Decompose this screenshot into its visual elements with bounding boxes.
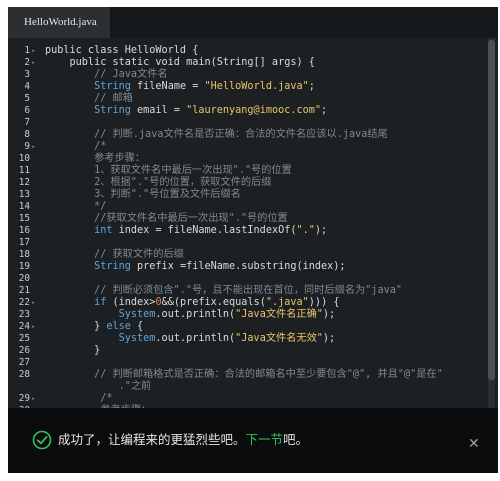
next-lesson-link[interactable]: 下一节 bbox=[246, 433, 284, 447]
check-circle-icon bbox=[32, 430, 52, 450]
fold-arrow-icon[interactable]: ▾ bbox=[31, 141, 35, 153]
toast-text: 成功了，让编程来的更猛烈些吧。 bbox=[58, 433, 246, 447]
line-number[interactable]: 2 bbox=[8, 57, 30, 69]
line-number[interactable]: 13 bbox=[8, 189, 30, 201]
tab-bar: HelloWorld.java bbox=[8, 7, 498, 38]
code-text: System.out.println("Java文件名无效"); bbox=[118, 333, 336, 344]
code-text: /* bbox=[45, 141, 107, 152]
line-number[interactable]: 15 bbox=[8, 213, 30, 225]
line-number[interactable]: 23 bbox=[8, 309, 30, 321]
line-number[interactable]: 29 bbox=[8, 393, 30, 405]
line-number[interactable]: 16 bbox=[8, 225, 30, 237]
line-number[interactable]: 19 bbox=[8, 261, 30, 273]
line-number[interactable]: 20 bbox=[8, 273, 30, 285]
line-number[interactable]: 21 bbox=[8, 285, 30, 297]
code-text: // 获取文件的后缀 bbox=[45, 249, 184, 260]
code-text: System.out.println("Java文件名正确"); bbox=[118, 309, 336, 320]
line-number[interactable]: 10 bbox=[8, 153, 30, 165]
line-number[interactable]: 3 bbox=[8, 69, 30, 81]
line-number[interactable]: 28 bbox=[8, 369, 30, 381]
toast-message: 成功了，让编程来的更猛烈些吧。下一节吧。 bbox=[58, 432, 308, 448]
code-text: */ bbox=[45, 201, 107, 212]
line-number[interactable]: 27 bbox=[8, 357, 30, 369]
fold-arrow-icon[interactable]: ▾ bbox=[31, 393, 35, 405]
code-text: 1、获取文件名中最后一次出现"."号的位置 bbox=[45, 165, 292, 176]
fold-arrow-icon[interactable]: ▾ bbox=[31, 57, 35, 69]
line-number[interactable]: 26 bbox=[8, 345, 30, 357]
line-number[interactable]: 4 bbox=[8, 81, 30, 93]
code-text: 3、判断"."号位置及文件后缀名 bbox=[45, 189, 241, 200]
line-number[interactable]: 9 bbox=[8, 141, 30, 153]
code-text: public class HelloWorld { bbox=[45, 45, 199, 56]
code-text: String prefix =fileName.substring(index)… bbox=[94, 261, 346, 272]
toast-suffix: 吧。 bbox=[283, 433, 309, 447]
line-number[interactable]: 14 bbox=[8, 201, 30, 213]
code-area[interactable]: 1 ▾ public class HelloWorld {2 ▾ public sta… bbox=[8, 45, 498, 415]
code-text: int index = fileName.lastIndexOf("."); bbox=[94, 225, 328, 236]
line-number[interactable]: 1 bbox=[8, 45, 30, 57]
code-text: // 判断.java文件名是否正确：合法的文件名应该以.java结尾 bbox=[45, 129, 388, 140]
line-number[interactable]: 18 bbox=[8, 249, 30, 261]
line-number[interactable]: 22 bbox=[8, 297, 30, 309]
fold-arrow-icon[interactable]: ▾ bbox=[31, 321, 35, 333]
code-text: // 邮箱 bbox=[45, 93, 133, 104]
code-text: //获取文件名中最后一次出现"."号的位置 bbox=[45, 213, 288, 224]
scrollbar-thumb[interactable] bbox=[488, 40, 495, 380]
code-text: /* bbox=[45, 393, 113, 404]
code-text: } else { bbox=[45, 321, 144, 332]
code-text: String fileName = "HelloWorld.java"; bbox=[94, 81, 315, 92]
tab-helloworld-java[interactable]: HelloWorld.java bbox=[8, 7, 110, 38]
line-number[interactable]: 17 bbox=[8, 237, 30, 249]
code-text: ."之前 bbox=[45, 381, 152, 392]
close-icon[interactable]: ✕ bbox=[468, 436, 482, 450]
line-number[interactable]: 6 bbox=[8, 105, 30, 117]
line-number[interactable]: 12 bbox=[8, 177, 30, 189]
line-number[interactable]: 7 bbox=[8, 117, 30, 129]
success-toast: 成功了，让编程来的更猛烈些吧。下一节吧。 ✕ bbox=[8, 408, 498, 473]
code-text: } bbox=[45, 345, 101, 356]
code-text: // 判断必须包含"."号，且不能出现在首位，同时后缀名为"java" bbox=[45, 285, 402, 296]
line-number[interactable]: 5 bbox=[8, 93, 30, 105]
code-text: String email = "laurenyang@imooc.com"; bbox=[94, 105, 328, 116]
fold-arrow-icon[interactable]: ▾ bbox=[31, 45, 35, 57]
code-text: public static void main(String[] args) { bbox=[45, 57, 315, 68]
code-text: if (index>0&&(prefix.equals(".java"))) { bbox=[94, 297, 340, 308]
line-number[interactable]: 24 bbox=[8, 321, 30, 333]
code-text: 2、根据"."号的位置，获取文件的后缀 bbox=[45, 177, 272, 188]
code-text: // Java文件名 bbox=[45, 69, 168, 80]
line-number[interactable]: 25 bbox=[8, 333, 30, 345]
line-number[interactable]: 8 bbox=[8, 129, 30, 141]
fold-arrow-icon[interactable]: ▾ bbox=[31, 297, 35, 309]
line-number[interactable]: 11 bbox=[8, 165, 30, 177]
code-text: // 判断邮箱格式是否正确：合法的邮箱名中至少要包含"@", 并且"@"是在" bbox=[45, 369, 443, 380]
code-text: 参考步骤： bbox=[45, 153, 146, 164]
